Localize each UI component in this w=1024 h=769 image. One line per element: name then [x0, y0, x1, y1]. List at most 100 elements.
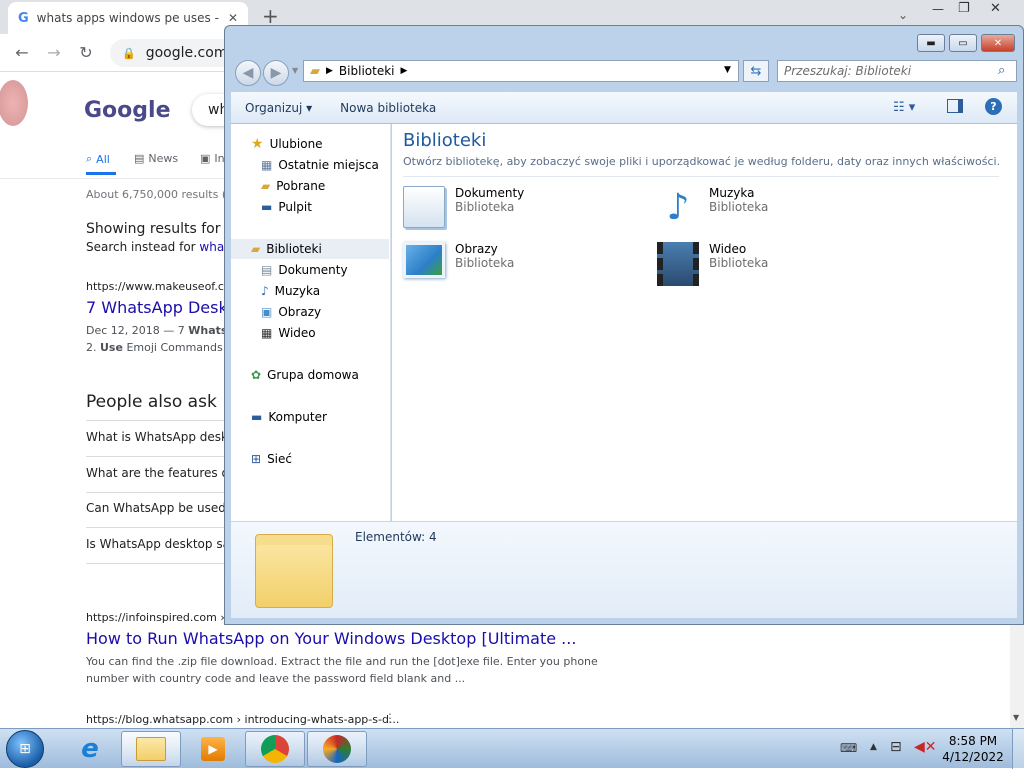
- nav-favorites[interactable]: ★ Ulubione: [231, 134, 389, 154]
- browser-close-button[interactable]: ✕: [990, 1, 1001, 16]
- library-name: Wideo: [709, 242, 747, 256]
- library-type: Biblioteka: [709, 256, 769, 270]
- view-options-icon[interactable]: ☷ ▾: [893, 100, 915, 115]
- new-library-button[interactable]: Nowa biblioteka: [326, 101, 450, 115]
- result1-url[interactable]: https://www.makeuseof.con: [86, 280, 238, 293]
- nav-documents[interactable]: ▤ Dokumenty: [231, 260, 389, 280]
- nav-computer-label: Komputer: [268, 410, 327, 424]
- library-name: Obrazy: [455, 242, 498, 256]
- explorer-window: ▬ ▭ ✕ ◀ ▶ ▼ ▰ ▶ Biblioteki ▶ ▼ ⇆ Przeszu…: [224, 25, 1024, 625]
- videos-library-icon: [657, 242, 699, 286]
- library-pictures[interactable]: Obrazy Biblioteka: [403, 242, 514, 278]
- more-options-icon[interactable]: ⋮: [384, 711, 396, 725]
- nav-videos-label: Wideo: [278, 326, 316, 340]
- pictures-icon: ▣: [261, 305, 273, 319]
- tab-images[interactable]: ▣ In: [200, 152, 225, 165]
- nav-libraries-label: Biblioteki: [266, 242, 322, 256]
- paa-question[interactable]: What is WhatsApp deskt: [86, 430, 233, 444]
- tab-all[interactable]: ⌕ All: [86, 152, 110, 166]
- taskbar-explorer-button[interactable]: [121, 731, 181, 767]
- taskbar-ie-button[interactable]: e: [60, 731, 120, 767]
- explorer-close-button[interactable]: ✕: [981, 34, 1015, 52]
- breadcrumb-arrow-icon[interactable]: ▶: [401, 66, 408, 76]
- paa-question[interactable]: What are the features of: [86, 466, 233, 480]
- library-name: Muzyka: [709, 186, 755, 200]
- library-documents[interactable]: Dokumenty Biblioteka: [403, 186, 524, 228]
- scroll-down-arrow-icon[interactable]: ▼: [1013, 713, 1019, 722]
- nav-music-label: Muzyka: [274, 284, 321, 298]
- address-bar[interactable]: ▰ ▶ Biblioteki ▶ ▼: [303, 60, 739, 82]
- organize-button[interactable]: Organizuj ▾: [231, 101, 326, 115]
- explorer-titlebar[interactable]: ▬ ▭ ✕: [225, 26, 1023, 56]
- result3-url[interactable]: https://blog.whatsapp.com › introducing-…: [86, 713, 399, 726]
- library-videos[interactable]: Wideo Biblioteka: [657, 242, 768, 286]
- keyboard-icon[interactable]: ⌨: [840, 741, 857, 755]
- paa-question[interactable]: Can WhatsApp be used: [86, 501, 226, 515]
- explorer-forward-icon[interactable]: ▶: [263, 60, 289, 86]
- result1-line2-prefix: 2.: [86, 341, 100, 354]
- address-text[interactable]: Biblioteki: [339, 64, 395, 78]
- explorer-minimize-button[interactable]: ▬: [917, 34, 945, 52]
- nav-network[interactable]: ⊞ Sieć: [231, 449, 389, 469]
- libraries-subtitle: Otwórz bibliotekę, aby zobaczyć swoje pl…: [403, 155, 1001, 168]
- paa-divider-4: [86, 563, 226, 564]
- result2-url[interactable]: https://infoinspired.com › B: [86, 611, 236, 624]
- explorer-back-icon[interactable]: ◀: [235, 60, 261, 86]
- nav-pictures[interactable]: ▣ Obrazy: [231, 302, 389, 322]
- tray-clock[interactable]: 8:58 PM 4/12/2022: [940, 733, 1006, 765]
- recent-pages-chevron-icon[interactable]: ▼: [292, 66, 298, 75]
- nav-desktop-label: Pulpit: [278, 200, 312, 214]
- chrome-icon: [261, 735, 289, 763]
- nav-videos[interactable]: ▦ Wideo: [231, 323, 389, 343]
- content-divider: [403, 176, 999, 177]
- page-scrollbar[interactable]: ▼: [1010, 625, 1024, 728]
- paa-heading: People also ask: [86, 392, 217, 412]
- back-arrow-icon[interactable]: ←: [10, 40, 34, 64]
- explorer-maximize-button[interactable]: ▭: [949, 34, 977, 52]
- forward-arrow-icon[interactable]: →: [42, 40, 66, 64]
- show-hidden-icons-icon[interactable]: ▲: [870, 742, 877, 752]
- volume-muted-icon[interactable]: ◀✕: [914, 739, 937, 755]
- library-music[interactable]: ♪ Muzyka Biblioteka: [657, 186, 769, 228]
- reload-icon[interactable]: ↻: [74, 40, 98, 64]
- address-dropdown-icon[interactable]: ▼: [724, 65, 731, 75]
- result1-line2: 2. Use Emoji Commands · 3: [86, 339, 240, 356]
- result1-title[interactable]: 7 WhatsApp Deskto: [86, 298, 244, 317]
- library-name: Dokumenty: [455, 186, 525, 200]
- nav-homegroup[interactable]: ✿ Grupa domowa: [231, 365, 389, 385]
- network-tray-icon[interactable]: ⊟: [890, 739, 902, 755]
- nav-libraries[interactable]: ▰ Biblioteki: [231, 239, 389, 259]
- search-magnifier-icon[interactable]: ⌕: [998, 63, 1005, 78]
- taskbar-chrome-button[interactable]: [245, 731, 305, 767]
- explorer-search-input[interactable]: Przeszukaj: Biblioteki ⌕: [777, 60, 1017, 82]
- explorer-address-row: ◀ ▶ ▼ ▰ ▶ Biblioteki ▶ ▼ ⇆ Przeszukaj: B…: [231, 58, 1017, 88]
- start-button[interactable]: ⊞: [6, 730, 44, 768]
- film-icon: ▦: [261, 326, 273, 340]
- nav-downloads[interactable]: ▰ Pobrane: [231, 176, 389, 196]
- tab-news[interactable]: ▤ News: [134, 152, 178, 165]
- taskbar-app-button[interactable]: [307, 731, 367, 767]
- nav-recent-places[interactable]: ▦ Ostatnie miejsca: [231, 155, 389, 175]
- paa-question[interactable]: Is WhatsApp desktop sa: [86, 537, 230, 551]
- items-count: Elementów: 4: [355, 530, 437, 544]
- tab-search-icon[interactable]: ⌄: [898, 8, 908, 22]
- nav-music[interactable]: ♪ Muzyka: [231, 281, 389, 301]
- preview-pane-icon[interactable]: [947, 99, 963, 113]
- refresh-button[interactable]: ⇆: [743, 60, 769, 82]
- browser-restore-button[interactable]: ❐: [958, 1, 970, 16]
- show-desktop-button[interactable]: [1012, 729, 1024, 769]
- magnifier-icon: ⌕: [86, 152, 93, 165]
- breadcrumb-arrow-icon[interactable]: ▶: [326, 66, 333, 76]
- help-icon[interactable]: ?: [985, 98, 1002, 115]
- browser-minimize-button[interactable]: —: [932, 2, 944, 16]
- nav-computer[interactable]: ▬ Komputer: [231, 407, 389, 427]
- result1-line2-bold: Use: [100, 341, 123, 354]
- browser-tab[interactable]: G whats apps windows pe uses - Google ✕: [8, 2, 248, 34]
- news-icon: ▤: [134, 152, 145, 165]
- nav-favorites-label: Ulubione: [269, 137, 323, 151]
- tab-close-icon[interactable]: ✕: [228, 11, 238, 25]
- result2-title[interactable]: How to Run WhatsApp on Your Windows Desk…: [86, 629, 576, 648]
- google-logo[interactable]: Google: [84, 98, 171, 123]
- taskbar-media-player-button[interactable]: ▶: [183, 731, 243, 767]
- nav-desktop[interactable]: ▬ Pulpit: [231, 197, 389, 217]
